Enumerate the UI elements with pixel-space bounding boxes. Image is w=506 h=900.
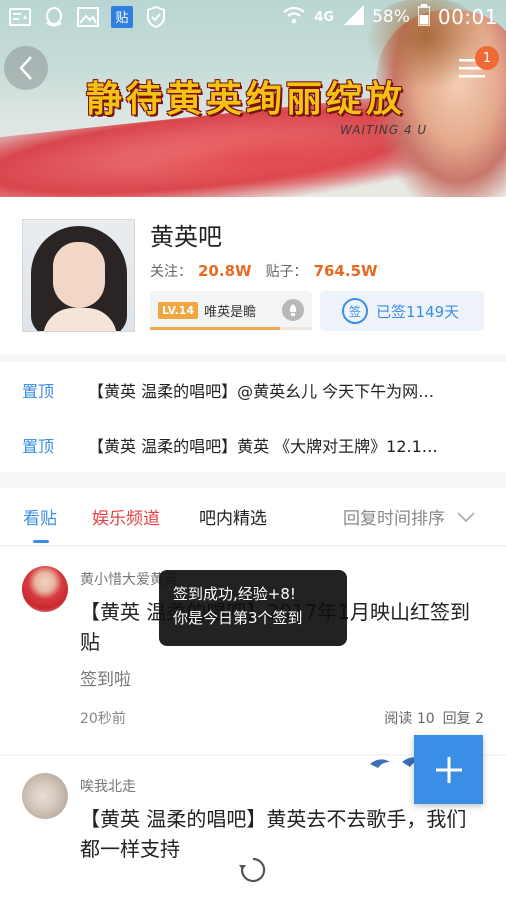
posts-count: 764.5W [313, 262, 378, 280]
battery-icon [417, 3, 431, 31]
sign-in-label: 已签1149天 [376, 302, 460, 321]
post-stats: 阅读 10 回复 2 [384, 708, 484, 728]
qq-icon [42, 6, 66, 28]
network-type: 4G [314, 9, 335, 25]
feed-tabs: 看贴 娱乐频道 吧内精选 回复时间排序 [0, 488, 506, 546]
post-time: 20秒前 [80, 711, 126, 727]
banner-ribbon-secondary [120, 130, 420, 190]
sign-icon: 签 [342, 298, 368, 324]
clock: 00:01 [437, 5, 498, 29]
tab-posts[interactable]: 看贴 [23, 504, 57, 529]
toast-line-1: 签到成功,经验+8! [173, 585, 296, 603]
forum-avatar[interactable] [22, 219, 135, 332]
level-progress-fill [150, 327, 280, 330]
forum-stats: 关注： 20.8W 贴子： 764.5W [150, 261, 386, 281]
back-button[interactable] [4, 46, 48, 90]
forum-header: 黄英吧 关注： 20.8W 贴子： 764.5W LV.14 唯英是瞻 签 已签… [0, 197, 506, 355]
read-count: 阅读 10 [384, 711, 435, 727]
pinned-title: 【黄英 温柔的唱吧】@黄英幺儿 今天下午为网… [88, 381, 435, 401]
sort-dropdown[interactable]: 回复时间排序 [343, 504, 475, 529]
toast-line-2: 你是今日第3个签到 [173, 609, 303, 627]
sort-label: 回复时间排序 [343, 509, 445, 529]
chevron-down-icon [457, 511, 475, 522]
shield-icon [144, 6, 168, 28]
menu-notification-badge: 1 [475, 46, 499, 70]
forum-name: 黄英吧 [150, 223, 222, 251]
level-title: 唯英是瞻 [204, 304, 257, 320]
sign-in-toast: 签到成功,经验+8! 你是今日第3个签到 [159, 570, 347, 646]
reply-count: 回复 2 [442, 711, 484, 727]
active-tab-indicator [33, 540, 49, 543]
pinned-posts: 置顶 【黄英 温柔的唱吧】@黄英幺儿 今天下午为网… 置顶 【黄英 温柔的唱吧】… [0, 362, 506, 472]
banner-title: 静待黄英绚丽绽放 [86, 78, 407, 120]
battery-level: 58% [372, 7, 410, 27]
follow-count: 20.8W [198, 262, 252, 280]
level-progress-bar [150, 327, 312, 330]
posts-label: 贴子： [265, 264, 308, 280]
tieba-icon: 贴 [110, 6, 134, 28]
rocket-icon [282, 299, 304, 321]
new-post-button[interactable] [414, 735, 483, 804]
image-icon [76, 6, 100, 28]
pinned-tag: 置顶 [22, 436, 55, 456]
chevron-left-icon [19, 56, 32, 80]
sign-in-button[interactable]: 签 已签1149天 [320, 291, 484, 331]
level-badge: LV.14 [158, 301, 199, 319]
signal-icon [342, 4, 365, 30]
post-title[interactable]: 【黄英 温柔的唱吧】黄英去不去歌手，我们都一样支持 [80, 804, 480, 864]
pinned-post[interactable]: 置顶 【黄英 温柔的唱吧】黄英 《大牌对王牌》12.1… [0, 417, 506, 472]
wifi-icon [282, 6, 306, 29]
follow-label: 关注： [150, 264, 192, 280]
avatar[interactable] [22, 566, 68, 612]
loading-spinner-icon [239, 856, 267, 884]
status-bar: 贴 4G 58% 00:01 [0, 0, 506, 34]
pinned-title: 【黄英 温柔的唱吧】黄英 《大牌对王牌》12.1… [88, 436, 438, 456]
member-level[interactable]: LV.14 唯英是瞻 [150, 291, 312, 329]
news-icon [8, 6, 32, 28]
pinned-tag: 置顶 [22, 381, 55, 401]
post-author[interactable]: 唉我北走 [80, 776, 136, 796]
banner-subtitle: WAITING 4 U [340, 123, 428, 137]
tab-featured[interactable]: 吧内精选 [199, 504, 267, 529]
pinned-post[interactable]: 置顶 【黄英 温柔的唱吧】@黄英幺儿 今天下午为网… [0, 362, 506, 417]
post-preview: 签到啦 [80, 670, 131, 690]
avatar[interactable] [22, 773, 68, 819]
svg-text:贴: 贴 [115, 11, 128, 26]
tab-entertainment[interactable]: 娱乐频道 [92, 504, 160, 529]
plus-icon [435, 756, 462, 783]
